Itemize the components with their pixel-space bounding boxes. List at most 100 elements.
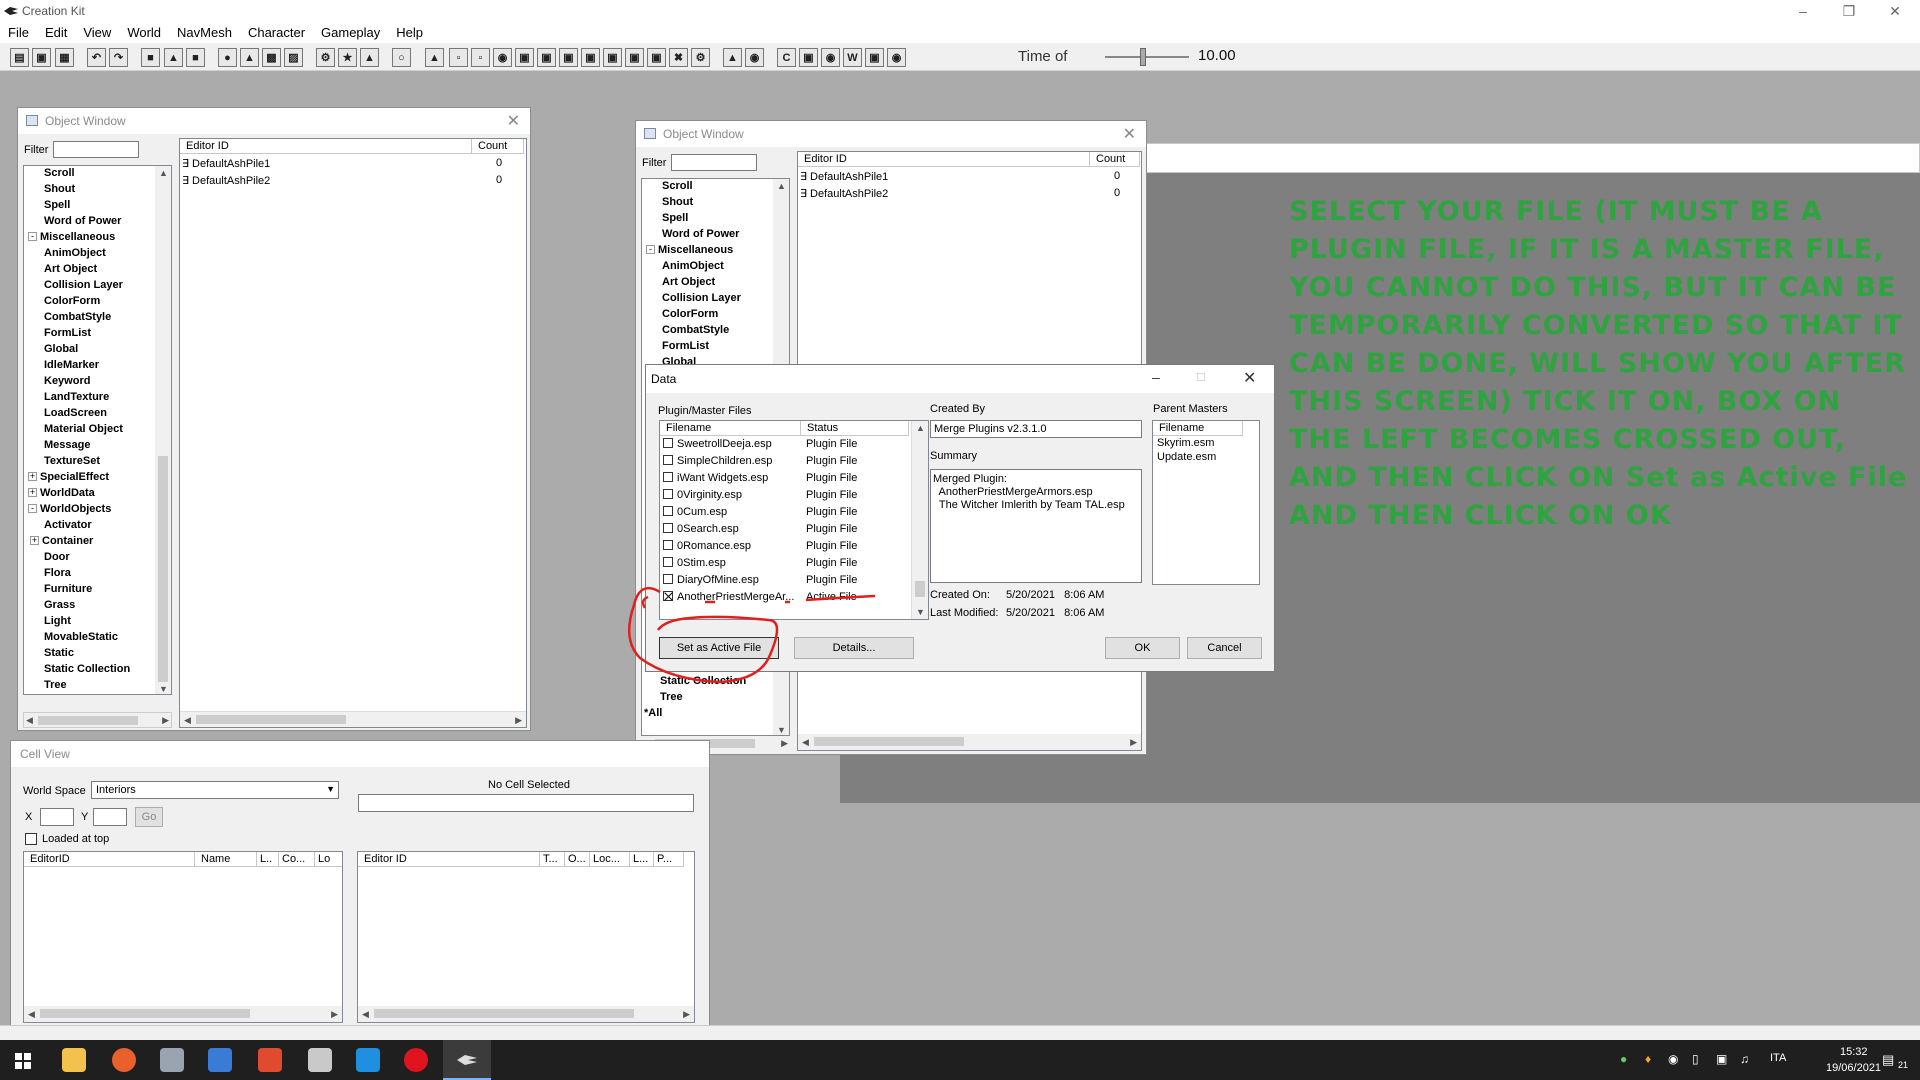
toolbar-button-9-icon[interactable]: ● [218,48,237,67]
tree-item[interactable]: - WorldObjects [26,501,130,517]
list-horizontal-scrollbar[interactable]: ◀ ▶ [180,711,526,727]
filter-input[interactable] [671,154,757,171]
close-icon[interactable]: ✕ [1123,124,1136,144]
notification-icon[interactable]: ▤ [1882,1052,1894,1068]
tree-item[interactable]: + WorldData [26,485,130,501]
list-horizontal-scrollbar[interactable]: ◀ ▶ [798,734,1141,750]
col-l[interactable]: L.. [257,852,279,867]
cell-list-horizontal-scrollbar[interactable]: ◀ ▶ [24,1006,342,1022]
network-icon[interactable]: ▣ [1716,1052,1727,1066]
toolbar-button-31-icon[interactable]: ◉ [745,48,764,67]
list-item[interactable]: Skyrim.esm [1157,437,1214,449]
minimize-icon[interactable]: – [1152,369,1160,385]
tree-item[interactable]: *All [26,693,130,694]
col-name[interactable]: Name [195,852,257,867]
tree-item[interactable]: Shout [26,181,130,197]
menu-view[interactable]: View [75,23,119,43]
store-icon[interactable] [356,1048,380,1072]
col-p[interactable]: P... [654,852,684,867]
col-co[interactable]: Co... [279,852,315,867]
col-o[interactable]: O... [565,852,590,867]
tree-item[interactable]: Spell [26,197,130,213]
plugin-file-checkbox[interactable] [663,506,673,516]
app-icon[interactable] [208,1048,232,1072]
menu-edit[interactable]: Edit [37,23,75,43]
close-icon[interactable]: ✕ [1872,0,1918,23]
tree-item[interactable]: + SpecialEffect [26,469,130,485]
toolbar-button-2-icon[interactable]: ▣ [32,48,51,67]
toolbar-button-16-icon[interactable]: ○ [392,48,411,67]
tree-item[interactable]: Door [26,549,130,565]
col-editorid[interactable]: EditorID [24,852,195,867]
plugin-file-checkbox[interactable] [663,540,673,550]
toolbar-button-35-icon[interactable]: W [843,48,862,67]
tree-item[interactable]: - Miscellaneous [644,242,741,258]
plugin-file-row[interactable]: 0Virginity.esp [663,489,742,501]
tree-item[interactable]: ColorForm [26,293,130,309]
tree-item[interactable]: Scroll [644,179,741,194]
col-status[interactable]: Status [801,421,909,436]
tree-item[interactable]: Word of Power [644,226,741,242]
tree-item[interactable]: FormList [26,325,130,341]
summary-text[interactable]: Merged Plugin: AnotherPriestMergeArmors.… [930,469,1142,583]
tree-item[interactable]: AnimObject [644,258,741,274]
clock-time[interactable]: 15:32 [1840,1046,1868,1058]
toolbar-button-17-icon[interactable]: ▲ [425,48,444,67]
col-filename[interactable]: Filename [1153,421,1243,436]
toolbar-button-11-icon[interactable]: ▩ [262,48,281,67]
toolbar-button-36-icon[interactable]: ▣ [865,48,884,67]
plugin-file-checkbox[interactable] [663,472,673,482]
menu-gameplay[interactable]: Gameplay [313,23,388,43]
list-item[interactable]: ∃ DefaultAshPile1 [800,170,888,183]
cancel-button[interactable]: Cancel [1187,637,1262,659]
reference-list[interactable]: Editor ID T... O... Loc... L... P... ◀ ▶ [357,851,695,1023]
tree-item[interactable]: Grass [26,597,130,613]
tree-item[interactable]: AnimObject [26,245,130,261]
tray-icon-3[interactable]: ◉ [1668,1052,1678,1066]
toolbar-button-37-icon[interactable]: ◉ [887,48,906,67]
col-count[interactable]: Count [1090,152,1140,167]
tree-horizontal-scrollbar[interactable]: ◀ ▶ [23,712,172,728]
world-space-select[interactable]: Interiors ▼ [91,781,339,799]
time-slider-thumb[interactable] [1139,48,1146,66]
toolbar-button-32-icon[interactable]: C [777,48,796,67]
settings-app-icon[interactable] [160,1048,184,1072]
toolbar-button-26-icon[interactable]: ▣ [625,48,644,67]
tray-icon-2[interactable]: ♦ [1645,1052,1651,1066]
tree-item[interactable]: Art Object [26,261,130,277]
maximize-icon[interactable]: □ [1197,369,1205,384]
menu-help[interactable]: Help [388,23,431,43]
plugin-file-checkbox[interactable] [663,455,673,465]
expand-icon[interactable]: + [30,536,39,545]
close-icon[interactable]: ✕ [1243,368,1256,388]
object-list[interactable]: Editor ID Count ∃ DefaultAshPile1 0 ∃ De… [179,138,527,728]
tray-icon[interactable]: ● [1620,1052,1627,1066]
file-list-vertical-scrollbar[interactable]: ▲ ▼ [911,421,928,619]
opera-icon[interactable] [404,1048,428,1072]
file-explorer-icon[interactable] [62,1048,86,1072]
plugin-file-checkbox[interactable] [663,523,673,533]
collapse-icon[interactable]: - [28,232,37,241]
app-icon-3[interactable] [308,1048,332,1072]
tree-item[interactable]: - Miscellaneous [26,229,130,245]
col-editor-id[interactable]: Editor ID [798,152,1090,167]
list-item[interactable]: ∃ DefaultAshPile2 [182,174,270,187]
plugin-file-row[interactable]: 0Stim.esp [663,557,726,569]
toolbar-button-30-icon[interactable]: ▲ [723,48,742,67]
toolbar-button-15-icon[interactable]: ▲ [360,48,379,67]
toolbar-button-24-icon[interactable]: ▣ [581,48,600,67]
toolbar-button-8-icon[interactable]: ■ [186,48,205,67]
collapse-icon[interactable]: - [28,504,37,513]
tree-item[interactable]: IdleMarker [26,357,130,373]
clock-date[interactable]: 19/06/2021 [1826,1062,1881,1074]
plugin-file-row[interactable]: 0Cum.esp [663,506,727,518]
tree-item[interactable]: Tree [26,677,130,693]
plugin-file-row[interactable]: iWant Widgets.esp [663,472,768,484]
col-filename[interactable]: Filename [660,421,801,436]
loaded-at-top-checkbox[interactable] [25,833,37,845]
tree-item[interactable]: CombatStyle [26,309,130,325]
toolbar-button-7-icon[interactable]: ▲ [164,48,183,67]
toolbar-button-14-icon[interactable]: ★ [338,48,357,67]
tree-item[interactable]: LoadScreen [26,405,130,421]
toolbar-button-1-icon[interactable]: ▤ [10,48,29,67]
